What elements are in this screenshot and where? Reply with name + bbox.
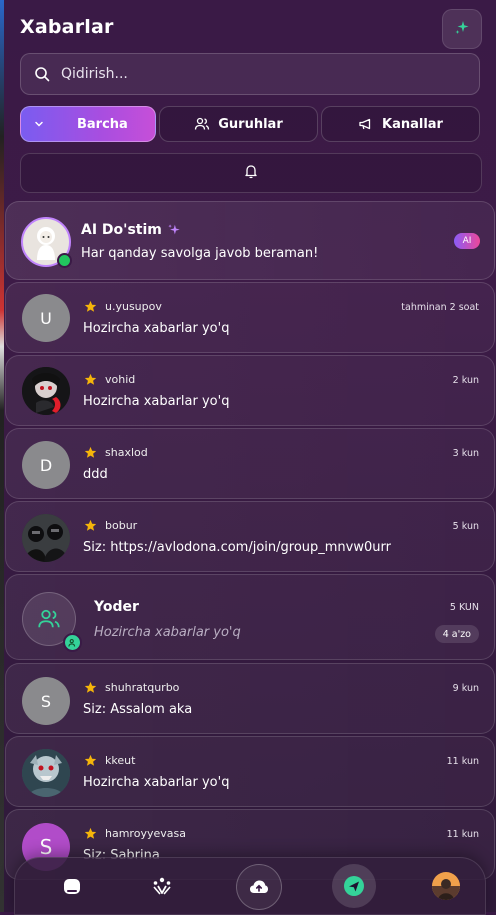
chat-time: 5 kun: [452, 521, 479, 532]
chat-time: 11 kun: [446, 756, 479, 767]
avatar: [22, 367, 70, 415]
notifications-button[interactable]: [20, 153, 482, 193]
search-bar[interactable]: [20, 53, 480, 95]
avatar: [22, 749, 70, 797]
filter-all-label: Barcha: [77, 116, 128, 132]
chat-item[interactable]: S shuhratqurbo 9 kun Siz: Assalom aka: [5, 663, 495, 734]
chat-time: tahminan 2 soat: [401, 302, 479, 313]
chat-name: shuhratqurbo: [105, 681, 180, 694]
ai-chat-name: AI Do'stim: [81, 222, 162, 238]
avatar: D: [22, 441, 70, 489]
star-icon: [84, 827, 97, 840]
bell-icon: [243, 163, 259, 183]
profile-avatar: [432, 872, 460, 900]
nav-profile-button[interactable]: [424, 864, 468, 908]
community-icon: [151, 875, 173, 897]
group-badge: [63, 633, 82, 652]
search-input[interactable]: [59, 65, 463, 83]
megaphone-icon: [358, 116, 374, 132]
avatar: [22, 514, 70, 562]
chat-item[interactable]: bobur 5 kun Siz: https://avlodona.com/jo…: [5, 501, 495, 572]
group-time: 5 KUN: [449, 602, 479, 613]
star-icon: [84, 681, 97, 694]
nav-messages-button[interactable]: [332, 864, 376, 908]
avatar: U: [22, 294, 70, 342]
chat-time: 11 kun: [446, 829, 479, 840]
cloud-upload-icon: [248, 876, 270, 898]
chat-last-message: Siz: https://avlodona.com/join/group_mnv…: [83, 540, 391, 555]
chat-name: kkeut: [105, 754, 136, 767]
group-last-message: Hozircha xabarlar yo'q: [94, 625, 241, 640]
chat-last-message: Hozircha xabarlar yo'q: [83, 321, 230, 336]
chat-item-ai[interactable]: AI Do'stim Har qanday savolga javob bera…: [5, 201, 495, 280]
filter-channels-button[interactable]: Kanallar: [321, 106, 480, 142]
sparkles-icon: [454, 19, 470, 39]
ai-chat-message: Har qanday savolga javob beraman!: [81, 246, 319, 261]
avatar: S: [22, 677, 70, 725]
group-name: Yoder: [94, 599, 139, 615]
background-window-strip: [0, 0, 4, 912]
filter-all-button[interactable]: Barcha: [20, 106, 156, 142]
sparkles-button[interactable]: [442, 9, 482, 49]
chat-name: shaxlod: [105, 446, 148, 459]
bottom-navigation: [14, 857, 486, 915]
star-icon: [84, 300, 97, 313]
filter-groups-button[interactable]: Guruhlar: [159, 106, 318, 142]
chat-time: 9 kun: [452, 683, 479, 694]
ai-badge: AI: [454, 233, 480, 249]
chat-name: bobur: [105, 519, 138, 532]
filter-channels-label: Kanallar: [382, 116, 443, 132]
page-title: Xabarlar: [20, 16, 114, 38]
home-icon: [61, 875, 83, 897]
group-chat-item[interactable]: Yoder 5 KUN Hozircha xabarlar yo'q 4 a'z…: [5, 574, 495, 660]
chevron-down-icon[interactable]: [25, 106, 53, 142]
sparkles-icon: [167, 223, 181, 237]
chat-item[interactable]: vohid 2 kun Hozircha xabarlar yo'q: [5, 355, 495, 426]
chat-last-message: ddd: [83, 467, 108, 482]
star-icon: [84, 446, 97, 459]
star-icon: [84, 519, 97, 532]
chat-last-message: Siz: Assalom aka: [83, 702, 193, 717]
star-icon: [84, 754, 97, 767]
chat-last-message: Hozircha xabarlar yo'q: [83, 394, 230, 409]
search-icon: [33, 65, 51, 83]
chat-item[interactable]: U u.yusupov tahminan 2 soat Hozircha xab…: [5, 282, 495, 353]
chat-name: vohid: [105, 373, 136, 386]
nav-community-button[interactable]: [140, 864, 184, 908]
chat-time: 2 kun: [452, 375, 479, 386]
chat-item[interactable]: kkeut 11 kun Hozircha xabarlar yo'q: [5, 736, 495, 807]
nav-home-button[interactable]: [50, 864, 94, 908]
send-icon: [342, 874, 366, 898]
online-indicator: [57, 253, 72, 268]
chat-last-message: Hozircha xabarlar yo'q: [83, 775, 230, 790]
filter-groups-label: Guruhlar: [218, 116, 283, 132]
members-badge: 4 a'zo: [434, 625, 479, 643]
users-icon: [37, 607, 61, 631]
nav-upload-button[interactable]: [236, 864, 282, 910]
chat-time: 3 kun: [452, 448, 479, 459]
chat-item[interactable]: D shaxlod 3 kun ddd: [5, 428, 495, 499]
chat-name: hamroyyevasa: [105, 827, 186, 840]
chat-name: u.yusupov: [105, 300, 162, 313]
users-icon: [194, 116, 210, 132]
star-icon: [84, 373, 97, 386]
